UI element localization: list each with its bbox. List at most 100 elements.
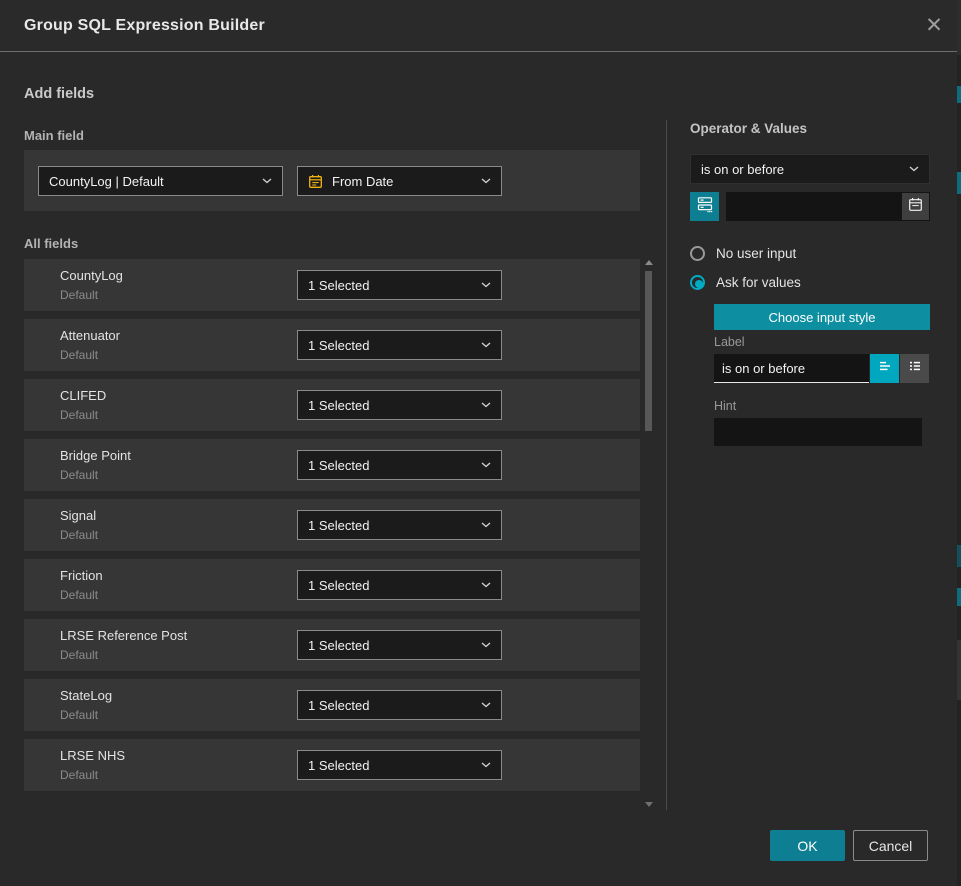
operator-dropdown-value: is on or before bbox=[701, 162, 784, 177]
radio-selected-icon bbox=[690, 275, 705, 290]
chevron-down-icon bbox=[481, 522, 491, 528]
field-values-selected-label: 1 Selected bbox=[308, 578, 369, 593]
field-row: Signal Default 1 Selected bbox=[24, 499, 640, 551]
ok-button[interactable]: OK bbox=[770, 830, 845, 861]
scroll-up-icon[interactable] bbox=[645, 260, 653, 265]
chevron-down-icon bbox=[481, 462, 491, 468]
chevron-down-icon bbox=[262, 178, 272, 184]
align-left-lines-icon bbox=[877, 358, 893, 379]
chevron-down-icon bbox=[481, 762, 491, 768]
set-from-data-button[interactable] bbox=[690, 192, 719, 221]
field-values-dropdown[interactable]: 1 Selected bbox=[297, 510, 502, 540]
operator-dropdown[interactable]: is on or before bbox=[690, 154, 930, 184]
field-subtitle: Default bbox=[60, 528, 98, 542]
panel-divider bbox=[666, 120, 667, 810]
field-subtitle: Default bbox=[60, 708, 98, 722]
calendar-icon bbox=[308, 174, 323, 189]
field-name: LRSE Reference Post bbox=[60, 628, 187, 643]
main-field-label: Main field bbox=[24, 128, 84, 143]
background-fragment bbox=[957, 0, 961, 55]
main-field-dropdown-value: From Date bbox=[332, 174, 393, 189]
bulleted-list-icon bbox=[907, 358, 923, 379]
group-sql-expression-builder-dialog: Group SQL Expression Builder ✕ Add field… bbox=[0, 0, 957, 886]
field-subtitle: Default bbox=[60, 408, 98, 422]
field-row: StateLog Default 1 Selected bbox=[24, 679, 640, 731]
list-values-style-button[interactable] bbox=[900, 354, 929, 383]
radio-no-user-input-label: No user input bbox=[716, 246, 796, 261]
field-values-dropdown[interactable]: 1 Selected bbox=[297, 450, 502, 480]
cancel-button[interactable]: Cancel bbox=[853, 830, 928, 861]
add-fields-heading: Add fields bbox=[24, 86, 94, 102]
field-row: LRSE NHS Default 1 Selected bbox=[24, 739, 640, 791]
layer-dropdown-value: CountyLog | Default bbox=[49, 174, 164, 189]
field-values-selected-label: 1 Selected bbox=[308, 458, 369, 473]
field-values-selected-label: 1 Selected bbox=[308, 698, 369, 713]
field-subtitle: Default bbox=[60, 468, 98, 482]
field-row: CountyLog Default 1 Selected bbox=[24, 259, 640, 311]
field-values-selected-label: 1 Selected bbox=[308, 758, 369, 773]
field-subtitle: Default bbox=[60, 588, 98, 602]
chevron-down-icon bbox=[481, 582, 491, 588]
field-name: Bridge Point bbox=[60, 448, 131, 463]
field-values-dropdown[interactable]: 1 Selected bbox=[297, 630, 502, 660]
date-value-input[interactable] bbox=[726, 192, 930, 221]
field-row: CLIFED Default 1 Selected bbox=[24, 379, 640, 431]
scroll-down-icon[interactable] bbox=[645, 802, 653, 807]
background-fragment bbox=[957, 545, 961, 567]
chevron-down-icon bbox=[481, 178, 491, 184]
stacked-rows-icon bbox=[696, 195, 714, 218]
field-subtitle: Default bbox=[60, 348, 98, 362]
field-values-dropdown[interactable]: 1 Selected bbox=[297, 270, 502, 300]
chevron-down-icon bbox=[481, 282, 491, 288]
field-row: LRSE Reference Post Default 1 Selected bbox=[24, 619, 640, 671]
field-name: Attenuator bbox=[60, 328, 120, 343]
field-name: StateLog bbox=[60, 688, 112, 703]
radio-ask-for-values[interactable]: Ask for values bbox=[690, 275, 801, 290]
field-subtitle: Default bbox=[60, 648, 98, 662]
single-line-style-button[interactable] bbox=[870, 354, 899, 383]
list-scrollbar[interactable] bbox=[644, 260, 654, 807]
scrollbar-thumb[interactable] bbox=[645, 271, 652, 431]
chevron-down-icon bbox=[481, 402, 491, 408]
label-input[interactable] bbox=[714, 354, 869, 383]
field-name: Signal bbox=[60, 508, 96, 523]
radio-no-user-input[interactable]: No user input bbox=[690, 246, 796, 261]
all-fields-label: All fields bbox=[24, 236, 78, 251]
field-values-dropdown[interactable]: 1 Selected bbox=[297, 750, 502, 780]
background-fragment bbox=[957, 86, 961, 103]
hint-input[interactable] bbox=[714, 418, 922, 446]
field-row: Attenuator Default 1 Selected bbox=[24, 319, 640, 371]
background-fragment bbox=[957, 640, 961, 700]
field-subtitle: Default bbox=[60, 768, 98, 782]
field-values-selected-label: 1 Selected bbox=[308, 638, 369, 653]
field-name: CLIFED bbox=[60, 388, 106, 403]
field-values-dropdown[interactable]: 1 Selected bbox=[297, 390, 502, 420]
dialog-header: Group SQL Expression Builder ✕ bbox=[0, 0, 957, 52]
dialog-title: Group SQL Expression Builder bbox=[24, 0, 265, 52]
date-picker-button[interactable] bbox=[902, 193, 929, 220]
value-input-row bbox=[690, 192, 930, 221]
chevron-down-icon bbox=[909, 166, 919, 172]
layer-dropdown[interactable]: CountyLog | Default bbox=[38, 166, 283, 196]
main-field-dropdown[interactable]: From Date bbox=[297, 166, 502, 196]
main-field-panel: CountyLog | Default From Date bbox=[24, 150, 640, 211]
field-values-dropdown[interactable]: 1 Selected bbox=[297, 690, 502, 720]
field-row: Friction Default 1 Selected bbox=[24, 559, 640, 611]
background-app-sliver bbox=[957, 0, 961, 886]
field-values-dropdown[interactable]: 1 Selected bbox=[297, 570, 502, 600]
field-values-selected-label: 1 Selected bbox=[308, 518, 369, 533]
label-caption: Label bbox=[714, 335, 745, 349]
screen: Group SQL Expression Builder ✕ Add field… bbox=[0, 0, 961, 886]
radio-ask-for-values-label: Ask for values bbox=[716, 275, 801, 290]
field-values-dropdown[interactable]: 1 Selected bbox=[297, 330, 502, 360]
choose-input-style-button[interactable]: Choose input style bbox=[714, 304, 930, 330]
field-row: Bridge Point Default 1 Selected bbox=[24, 439, 640, 491]
all-fields-list: CountyLog Default 1 Selected Attenuator … bbox=[24, 259, 640, 799]
close-icon[interactable]: ✕ bbox=[921, 13, 947, 39]
chevron-down-icon bbox=[481, 342, 491, 348]
field-values-selected-label: 1 Selected bbox=[308, 398, 369, 413]
background-fragment bbox=[957, 172, 961, 194]
field-subtitle: Default bbox=[60, 288, 98, 302]
radio-circle-icon bbox=[690, 246, 705, 261]
chevron-down-icon bbox=[481, 702, 491, 708]
